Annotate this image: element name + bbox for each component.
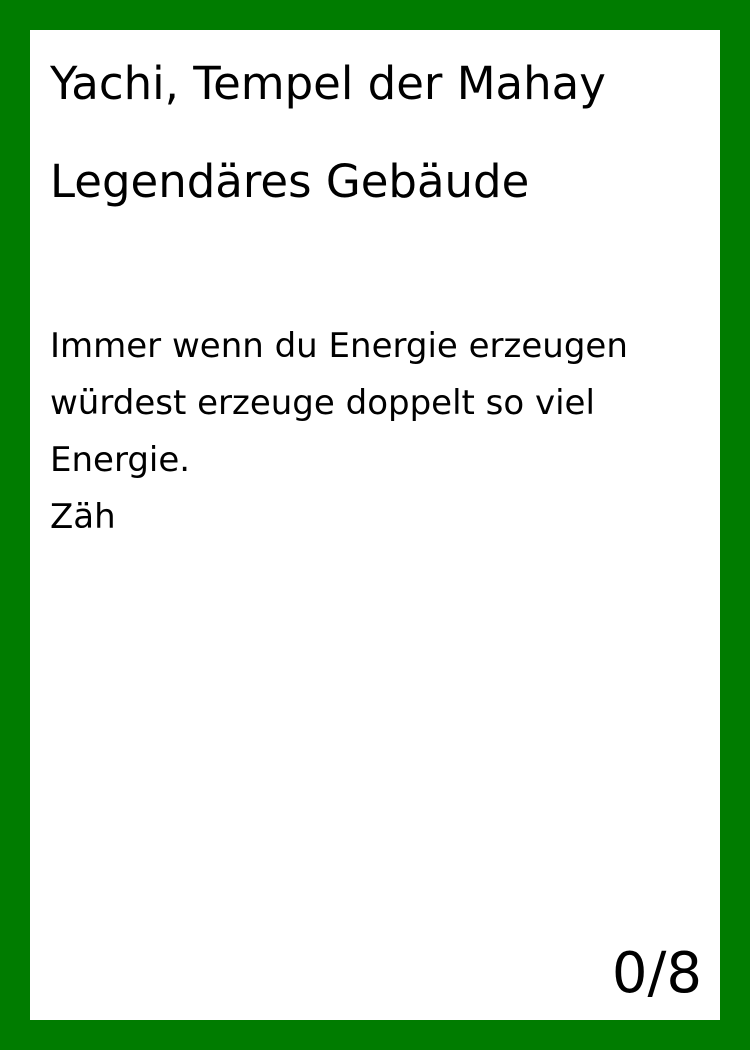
card-name: Yachi, Tempel der Mahay: [50, 57, 606, 110]
card-stats: 0/8: [611, 941, 702, 1006]
card-type: Legendäres Gebäude: [50, 155, 530, 208]
card-keyword: Zäh: [50, 497, 116, 537]
card-rules-text: Immer wenn du Energie erzeugen würdest e…: [50, 326, 628, 480]
card-rules-box: Immer wenn du Energie erzeugen würdest e…: [50, 318, 710, 546]
game-card: Yachi, Tempel der Mahay Legendäres Gebäu…: [0, 0, 750, 1050]
